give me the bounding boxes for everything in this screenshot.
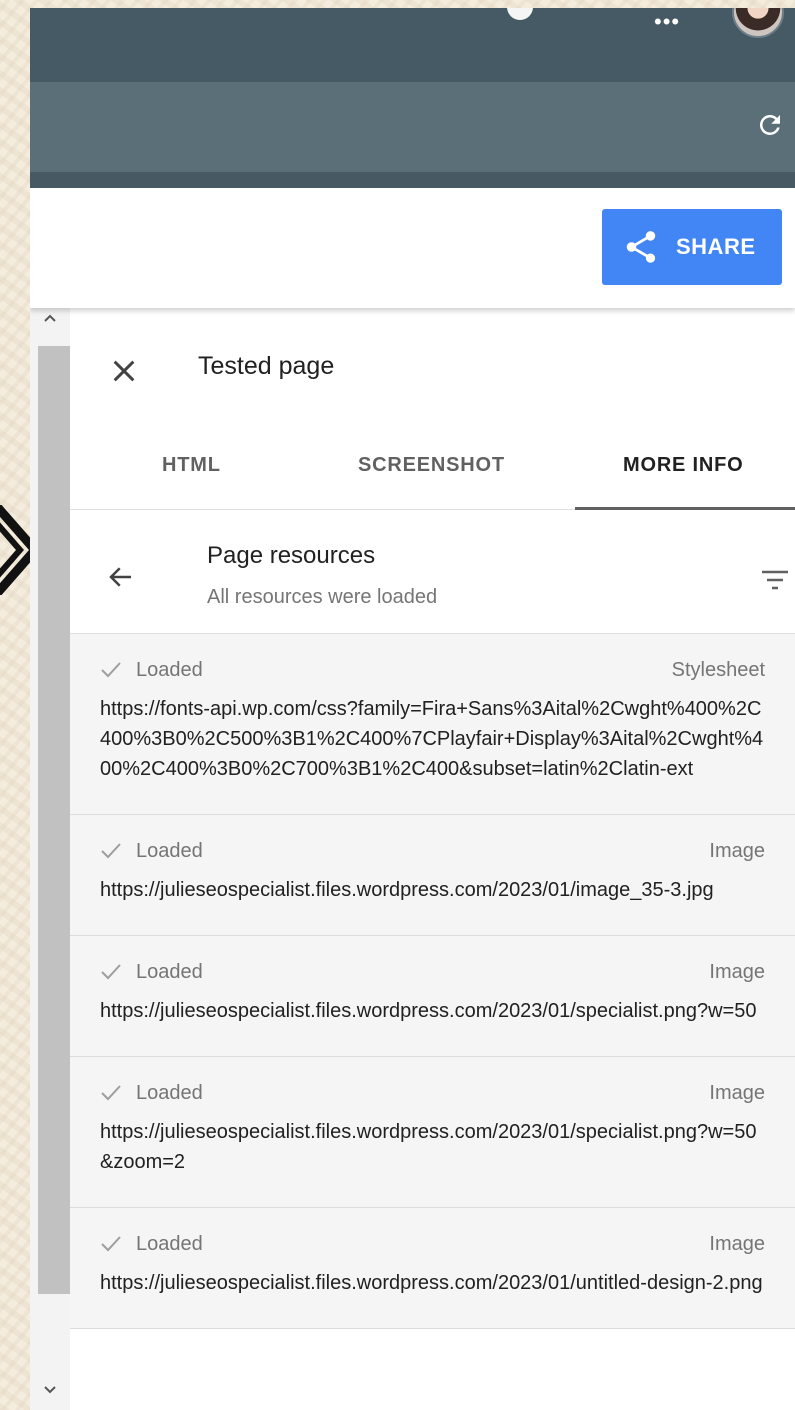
tested-page-panel: Tested page HTML SCREENSHOT MORE INFO Pa… xyxy=(70,308,795,1410)
resource-item[interactable]: Loaded Image https://julieseospecialist.… xyxy=(70,936,795,1057)
resource-status: Loaded xyxy=(100,1082,203,1105)
resource-status-label: Loaded xyxy=(136,1081,203,1104)
check-icon xyxy=(101,1236,121,1252)
panel-header: Tested page xyxy=(70,308,795,398)
resource-url: https://fonts-api.wp.com/css?family=Fira… xyxy=(100,698,764,780)
resource-status: Loaded xyxy=(100,659,203,682)
scroll-up-icon[interactable] xyxy=(40,308,60,328)
resource-type: Stylesheet xyxy=(671,658,765,681)
share-button-label: SHARE xyxy=(676,234,756,259)
scroll-down-icon[interactable] xyxy=(40,1380,60,1400)
resource-status-label: Loaded xyxy=(136,839,203,862)
resource-type: Image xyxy=(709,960,765,983)
share-icon xyxy=(626,231,656,263)
resource-status-label: Loaded xyxy=(136,960,203,983)
tab-more-info[interactable]: MORE INFO xyxy=(623,454,744,477)
resource-status: Loaded xyxy=(100,961,203,984)
resource-status: Loaded xyxy=(100,840,203,863)
refresh-icon[interactable] xyxy=(755,110,785,140)
check-icon xyxy=(101,662,121,678)
more-options-icon[interactable]: ••• xyxy=(654,11,680,33)
resource-url: https://julieseospecialist.files.wordpre… xyxy=(100,1272,763,1294)
page-resources-header: Page resources All resources were loaded xyxy=(70,510,795,634)
resource-item[interactable]: Loaded Image https://julieseospecialist.… xyxy=(70,1208,795,1329)
resource-type: Image xyxy=(709,1232,765,1255)
page-resources-subtitle: All resources were loaded xyxy=(207,586,438,608)
resource-type: Image xyxy=(709,839,765,862)
share-button[interactable]: SHARE xyxy=(602,209,782,285)
page-resources-title: Page resources xyxy=(207,542,376,569)
header-divider xyxy=(30,172,795,188)
resource-url: https://julieseospecialist.files.wordpre… xyxy=(100,879,714,901)
arrow-left-icon[interactable] xyxy=(106,562,136,592)
check-icon xyxy=(101,843,121,859)
avatar[interactable] xyxy=(732,8,784,38)
resource-item[interactable]: Loaded Image https://julieseospecialist.… xyxy=(70,1057,795,1208)
resource-item[interactable]: Loaded Stylesheet https://fonts-api.wp.c… xyxy=(70,634,795,815)
app-window: ••• SHARE Tested page HTML SCREENSHOT MO… xyxy=(30,8,795,1410)
resource-url: https://julieseospecialist.files.wordpre… xyxy=(100,1121,757,1173)
panel-title: Tested page xyxy=(198,352,335,380)
resource-url: https://julieseospecialist.files.wordpre… xyxy=(100,1000,757,1022)
tab-screenshot[interactable]: SCREENSHOT xyxy=(358,454,505,477)
help-icon[interactable] xyxy=(507,8,533,20)
tab-html[interactable]: HTML xyxy=(162,454,221,477)
scrollbar[interactable] xyxy=(30,308,70,1410)
check-icon xyxy=(101,964,121,980)
resource-status-label: Loaded xyxy=(136,1232,203,1255)
tab-bar: HTML SCREENSHOT MORE INFO xyxy=(70,428,795,510)
resource-status: Loaded xyxy=(100,1233,203,1256)
resource-list: Loaded Stylesheet https://fonts-api.wp.c… xyxy=(70,634,795,1329)
sub-bar xyxy=(30,82,795,172)
filter-icon[interactable] xyxy=(760,568,790,592)
check-icon xyxy=(101,1085,121,1101)
resource-type: Image xyxy=(709,1081,765,1104)
top-bar: ••• xyxy=(30,8,795,82)
resource-status-label: Loaded xyxy=(136,658,203,681)
share-bar: SHARE xyxy=(30,188,795,308)
resource-item[interactable]: Loaded Image https://julieseospecialist.… xyxy=(70,815,795,936)
close-icon[interactable] xyxy=(108,355,140,387)
scrollbar-thumb[interactable] xyxy=(38,346,70,1294)
